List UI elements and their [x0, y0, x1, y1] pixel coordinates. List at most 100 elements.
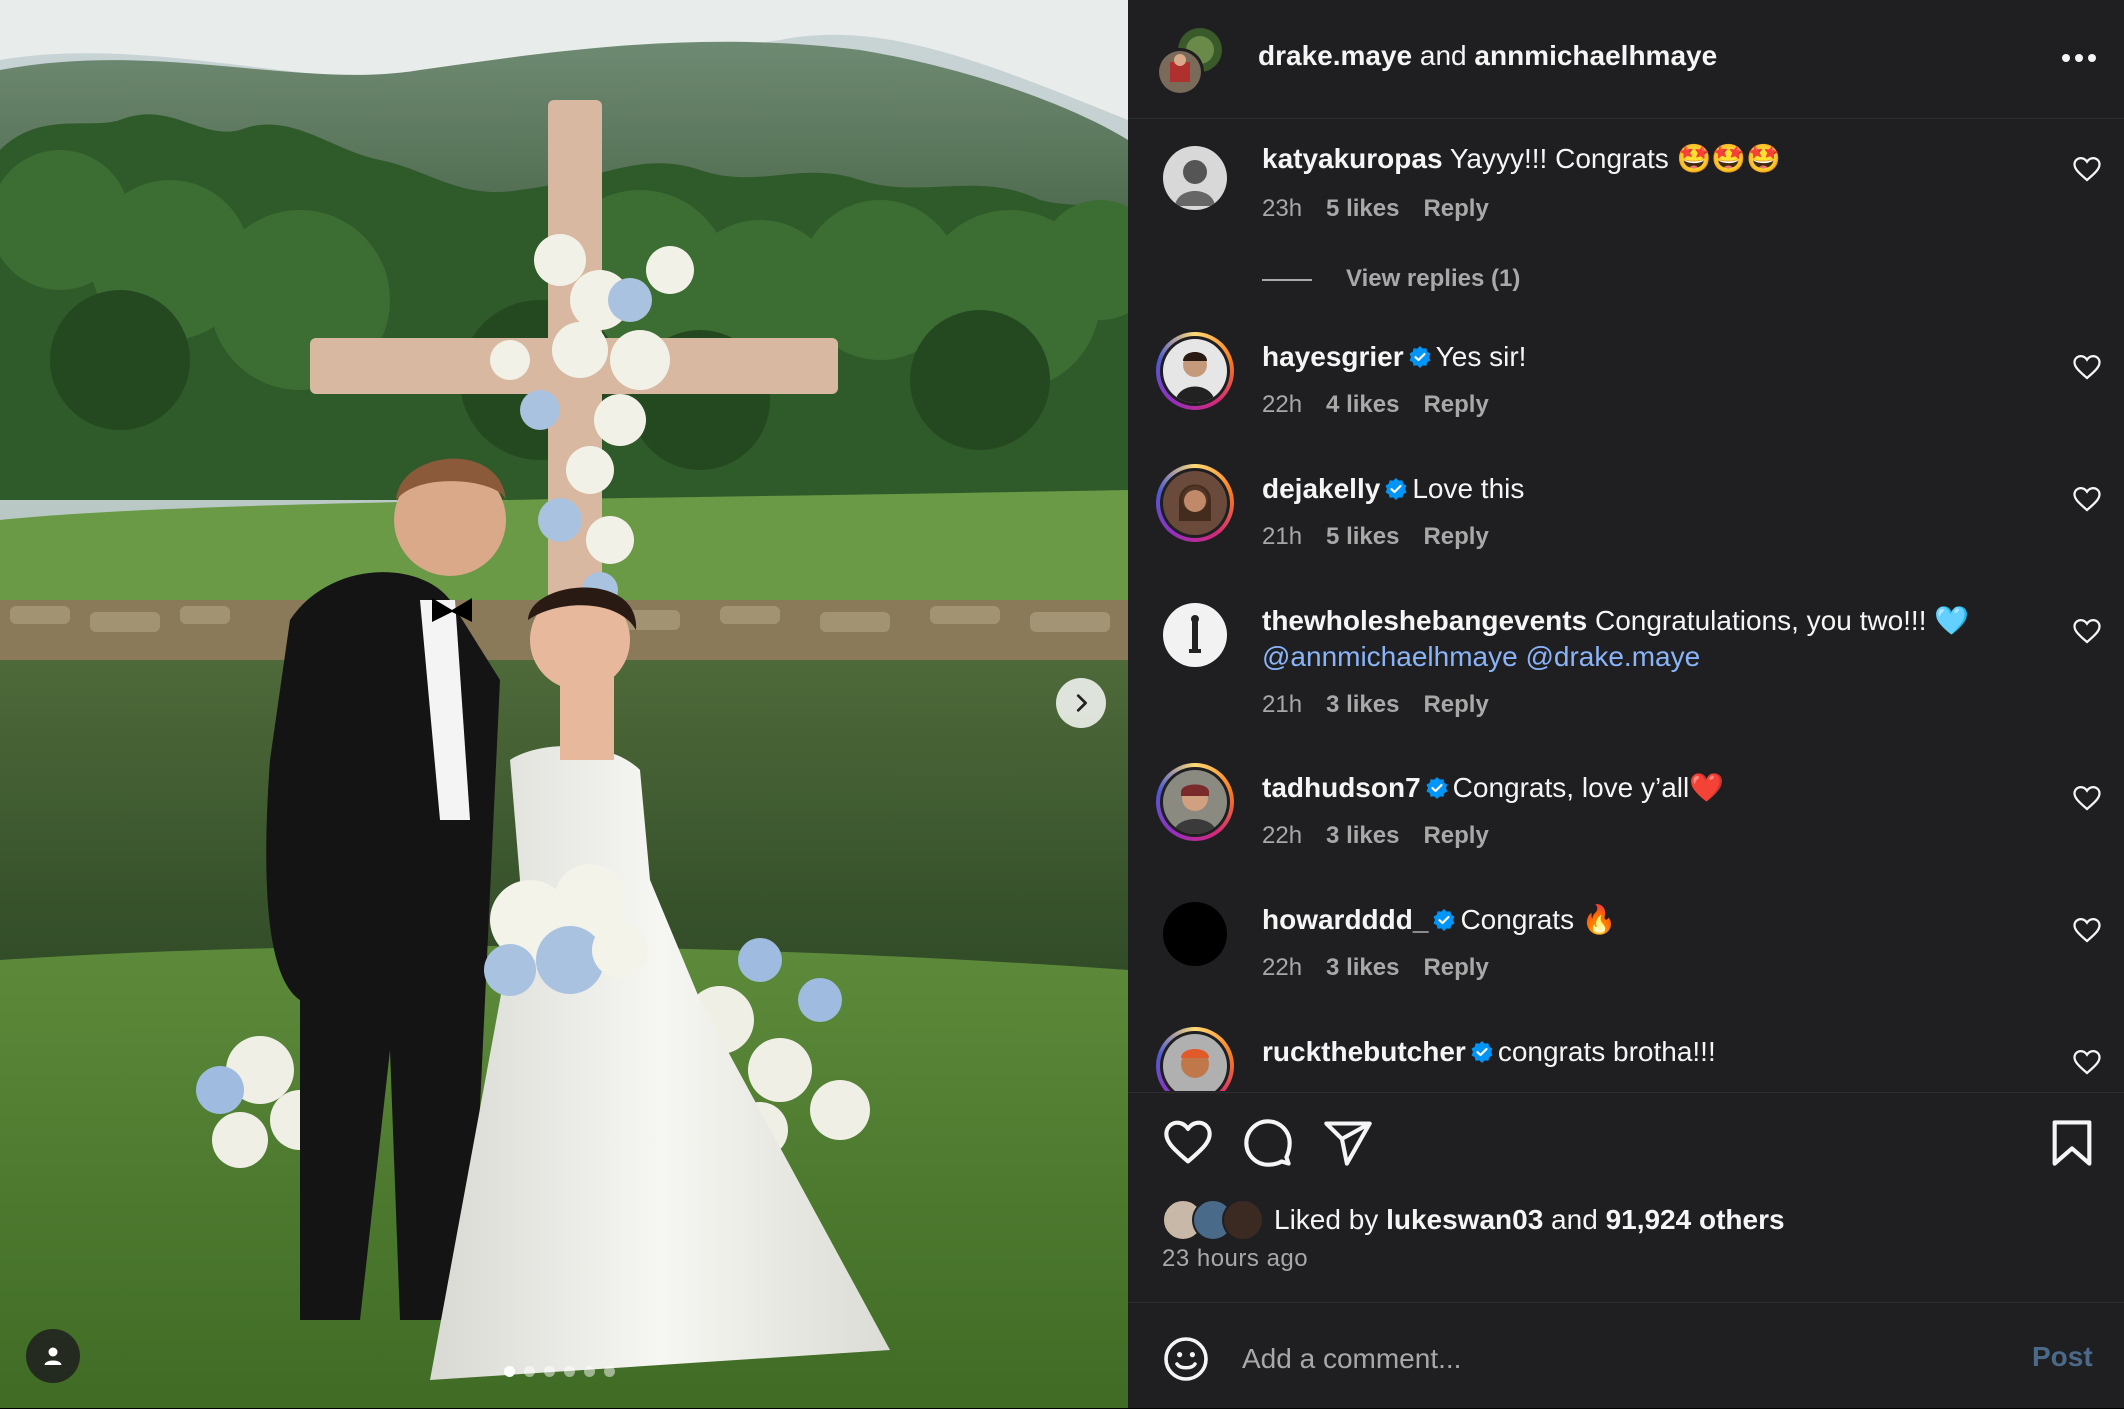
- comment-likes[interactable]: 5 likes: [1326, 195, 1399, 222]
- comment-body: Yayyy!!! Congrats 🤩🤩🤩: [1442, 143, 1782, 174]
- replies-divider: [1262, 278, 1312, 281]
- like-comment-heart-icon[interactable]: [2072, 485, 2102, 515]
- author-link[interactable]: drake.maye: [1258, 40, 1412, 71]
- post-comment-button[interactable]: Post: [2032, 1341, 2093, 1373]
- carousel-dot: [524, 1366, 535, 1377]
- comment-time: 22h: [1262, 391, 1303, 418]
- comment-avatar[interactable]: [1156, 332, 1234, 410]
- reply-button[interactable]: Reply: [1423, 391, 1488, 418]
- comment-username[interactable]: tadhudson7: [1262, 772, 1421, 803]
- view-replies-button[interactable]: View replies (1): [1262, 265, 1520, 293]
- reply-button[interactable]: Reply: [1423, 691, 1488, 718]
- comment-body: Yes sir!: [1435, 341, 1527, 372]
- comment-meta: 22h 4 likes Reply: [1262, 391, 1513, 419]
- like-heart-icon[interactable]: [1162, 1117, 1214, 1169]
- comment-avatar[interactable]: [1156, 596, 1234, 674]
- verified-badge-icon: [1385, 478, 1407, 500]
- like-comment-heart-icon[interactable]: [2072, 617, 2102, 647]
- author-avatars[interactable]: [1154, 26, 1226, 98]
- comment-text: katyakuropas Yayyy!!! Congrats 🤩🤩🤩: [1262, 141, 2002, 177]
- authors-separator: and: [1412, 40, 1475, 71]
- carousel-dot: [564, 1366, 575, 1377]
- comment-body: Congrats, love y’all❤️: [1452, 772, 1725, 803]
- post-timestamp: 23 hours ago: [1162, 1245, 1309, 1272]
- comment-meta: 23h 5 likes Reply: [1262, 195, 1513, 223]
- avatar: [1181, 1049, 1209, 1078]
- avatar: [1175, 352, 1215, 403]
- avatar: [1189, 615, 1201, 653]
- avatar: [1175, 160, 1215, 206]
- liked-by-prefix: Liked by: [1274, 1204, 1379, 1235]
- post-photo[interactable]: [0, 0, 1128, 1408]
- comment-time: 22h: [1262, 822, 1303, 849]
- carousel-dot: [584, 1366, 595, 1377]
- comment-username[interactable]: ruckthebutcher: [1262, 1036, 1466, 1067]
- avatar: [1156, 28, 1222, 96]
- comment-bubble-icon[interactable]: [1242, 1117, 1294, 1169]
- mention-link[interactable]: @drake.maye: [1525, 641, 1700, 672]
- tagged-people-button[interactable]: [26, 1329, 80, 1383]
- comment-text: tadhudson7 Congrats, love y’all❤️: [1262, 770, 2002, 806]
- comment-likes[interactable]: 4 likes: [1326, 391, 1399, 418]
- comment-username[interactable]: dejakelly: [1262, 473, 1380, 504]
- like-comment-heart-icon[interactable]: [2072, 784, 2102, 814]
- comment-time: 21h: [1262, 523, 1303, 550]
- comments-list[interactable]: katyakuropas Yayyy!!! Congrats 🤩🤩🤩 23h 5 …: [1128, 119, 2124, 1091]
- carousel-dot: [604, 1366, 615, 1377]
- reply-button[interactable]: Reply: [1423, 822, 1488, 849]
- like-comment-heart-icon[interactable]: [2072, 155, 2102, 185]
- reply-button[interactable]: Reply: [1423, 954, 1488, 981]
- carousel-dot: [544, 1366, 555, 1377]
- next-photo-button[interactable]: [1056, 678, 1106, 728]
- comment-username[interactable]: howardddd_: [1262, 904, 1428, 935]
- likes-count[interactable]: 91,924 others: [1606, 1204, 1785, 1236]
- comment-username[interactable]: katyakuropas: [1262, 143, 1443, 174]
- comment-text: howardddd_ Congrats 🔥: [1262, 902, 2002, 938]
- like-comment-heart-icon[interactable]: [2072, 353, 2102, 383]
- comment-likes[interactable]: 3 likes: [1326, 691, 1399, 718]
- comment-avatar[interactable]: [1156, 895, 1234, 973]
- wedding-photo: [0, 0, 1128, 1408]
- avatar: [1173, 784, 1217, 834]
- verified-badge-icon: [1426, 777, 1448, 799]
- mention-link[interactable]: @annmichaelhmaye: [1262, 641, 1518, 672]
- reply-button[interactable]: Reply: [1423, 523, 1488, 550]
- share-send-icon[interactable]: [1322, 1117, 1374, 1169]
- comment-likes[interactable]: 5 likes: [1326, 523, 1399, 550]
- comment-time: 21h: [1262, 691, 1303, 718]
- add-comment-bar: Post: [1128, 1302, 2124, 1409]
- more-options-button[interactable]: [2054, 36, 2104, 80]
- liker-avatars: [1162, 1199, 1264, 1241]
- comment-body: Congrats 🔥: [1460, 904, 1617, 935]
- reply-button[interactable]: Reply: [1423, 195, 1488, 222]
- comment-avatar[interactable]: [1156, 139, 1234, 217]
- comment-time: 23h: [1262, 195, 1303, 222]
- comment-body: congrats brotha!!!: [1497, 1036, 1716, 1067]
- comment-likes[interactable]: 3 likes: [1326, 954, 1399, 981]
- like-comment-heart-icon[interactable]: [2072, 916, 2102, 946]
- coauthor-link[interactable]: annmichaelhmaye: [1474, 40, 1717, 71]
- verified-badge-icon: [1471, 1041, 1493, 1063]
- comments-panel: drake.maye and annmichaelhmaye katyakuro…: [1128, 0, 2124, 1408]
- verified-badge-icon: [1409, 346, 1431, 368]
- comment-text: hayesgrier Yes sir!: [1262, 339, 2002, 375]
- comment-avatar[interactable]: [1156, 464, 1234, 542]
- comment-body: Congratulations, you two!!! 🩵: [1587, 605, 1970, 636]
- comment-avatar[interactable]: [1156, 1027, 1234, 1091]
- liker-username[interactable]: lukeswan03: [1386, 1204, 1543, 1236]
- like-comment-heart-icon[interactable]: [2072, 1048, 2102, 1078]
- likes-summary[interactable]: Liked by lukeswan03 and 91,924 others: [1162, 1199, 1785, 1241]
- comment-likes[interactable]: 3 likes: [1326, 822, 1399, 849]
- post-header: drake.maye and annmichaelhmaye: [1128, 0, 2124, 119]
- emoji-icon[interactable]: [1162, 1335, 1210, 1383]
- comment-text: dejakelly Love this: [1262, 471, 2002, 507]
- carousel-indicator: [504, 1366, 615, 1377]
- comment-username[interactable]: thewholeshebangevents: [1262, 605, 1587, 636]
- comment-username[interactable]: hayesgrier: [1262, 341, 1404, 372]
- save-bookmark-icon[interactable]: [2046, 1117, 2098, 1169]
- comment-text: thewholeshebangevents Congratulations, y…: [1262, 603, 2062, 675]
- comment-input[interactable]: [1240, 1333, 1884, 1385]
- comment-body: Love this: [1412, 473, 1525, 504]
- chevron-right-icon: [1076, 694, 1087, 712]
- comment-avatar[interactable]: [1156, 763, 1234, 841]
